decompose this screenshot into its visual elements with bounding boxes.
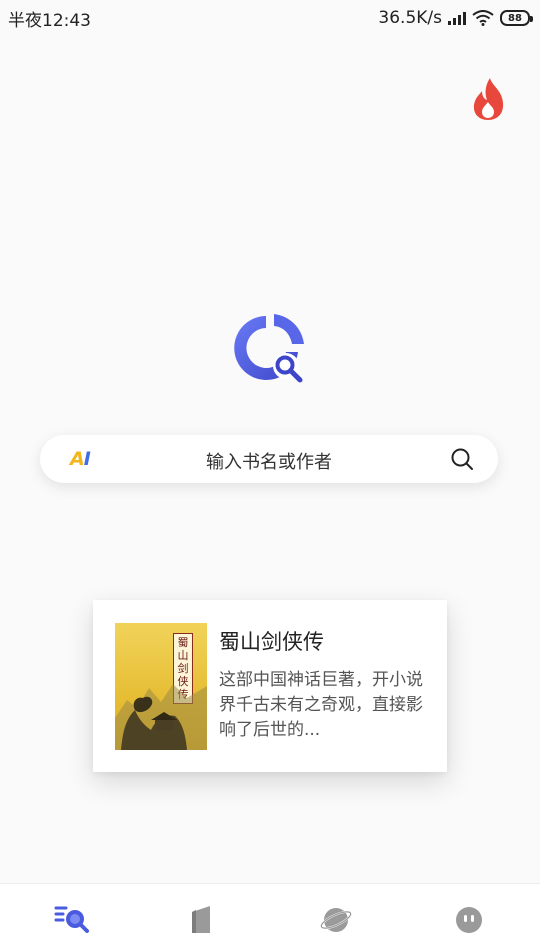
app-logo	[230, 310, 310, 390]
signal-icon	[448, 11, 466, 25]
recommended-book-card[interactable]: 蜀山剑侠传 蜀山剑侠传 这部中国神话巨著，开小说界千古未有之奇观，直接影响了后世…	[93, 600, 447, 772]
nav-search[interactable]	[54, 902, 89, 933]
status-bar: 半夜12:43 36.5K/s 88	[0, 0, 540, 36]
planet-icon	[320, 908, 352, 932]
book-description: 这部中国神话巨著，开小说界千古未有之奇观，直接影响了后世的...	[219, 670, 423, 740]
bottom-nav	[0, 883, 540, 933]
hot-button[interactable]	[468, 76, 510, 122]
nav-discover[interactable]	[320, 902, 352, 933]
status-indicators: 36.5K/s 88	[378, 8, 533, 28]
search-bar[interactable]: AI 输入书名或作者	[40, 435, 498, 483]
status-time: 半夜12:43	[8, 10, 91, 31]
book-title: 蜀山剑侠传	[219, 630, 324, 654]
nav-bookshelf[interactable]	[188, 902, 220, 933]
app-screen: 半夜12:43 36.5K/s 88 AI 输入书名或作者 蜀山剑侠 蜀山剑侠传…	[0, 0, 540, 933]
network-speed: 36.5K/s	[378, 8, 442, 28]
flame-icon	[473, 78, 504, 120]
nav-profile[interactable]	[454, 902, 486, 933]
search-icon[interactable]	[450, 447, 474, 471]
battery-icon: 88	[500, 10, 533, 26]
book-cover: 蜀山剑侠传	[115, 623, 207, 750]
bookshelf-icon	[192, 906, 210, 933]
profile-icon	[456, 907, 482, 933]
battery-level: 88	[508, 12, 522, 24]
cover-illustration	[115, 684, 207, 750]
search-input[interactable]: 输入书名或作者	[40, 448, 498, 474]
search-icon	[54, 906, 89, 933]
wifi-icon	[472, 10, 494, 26]
